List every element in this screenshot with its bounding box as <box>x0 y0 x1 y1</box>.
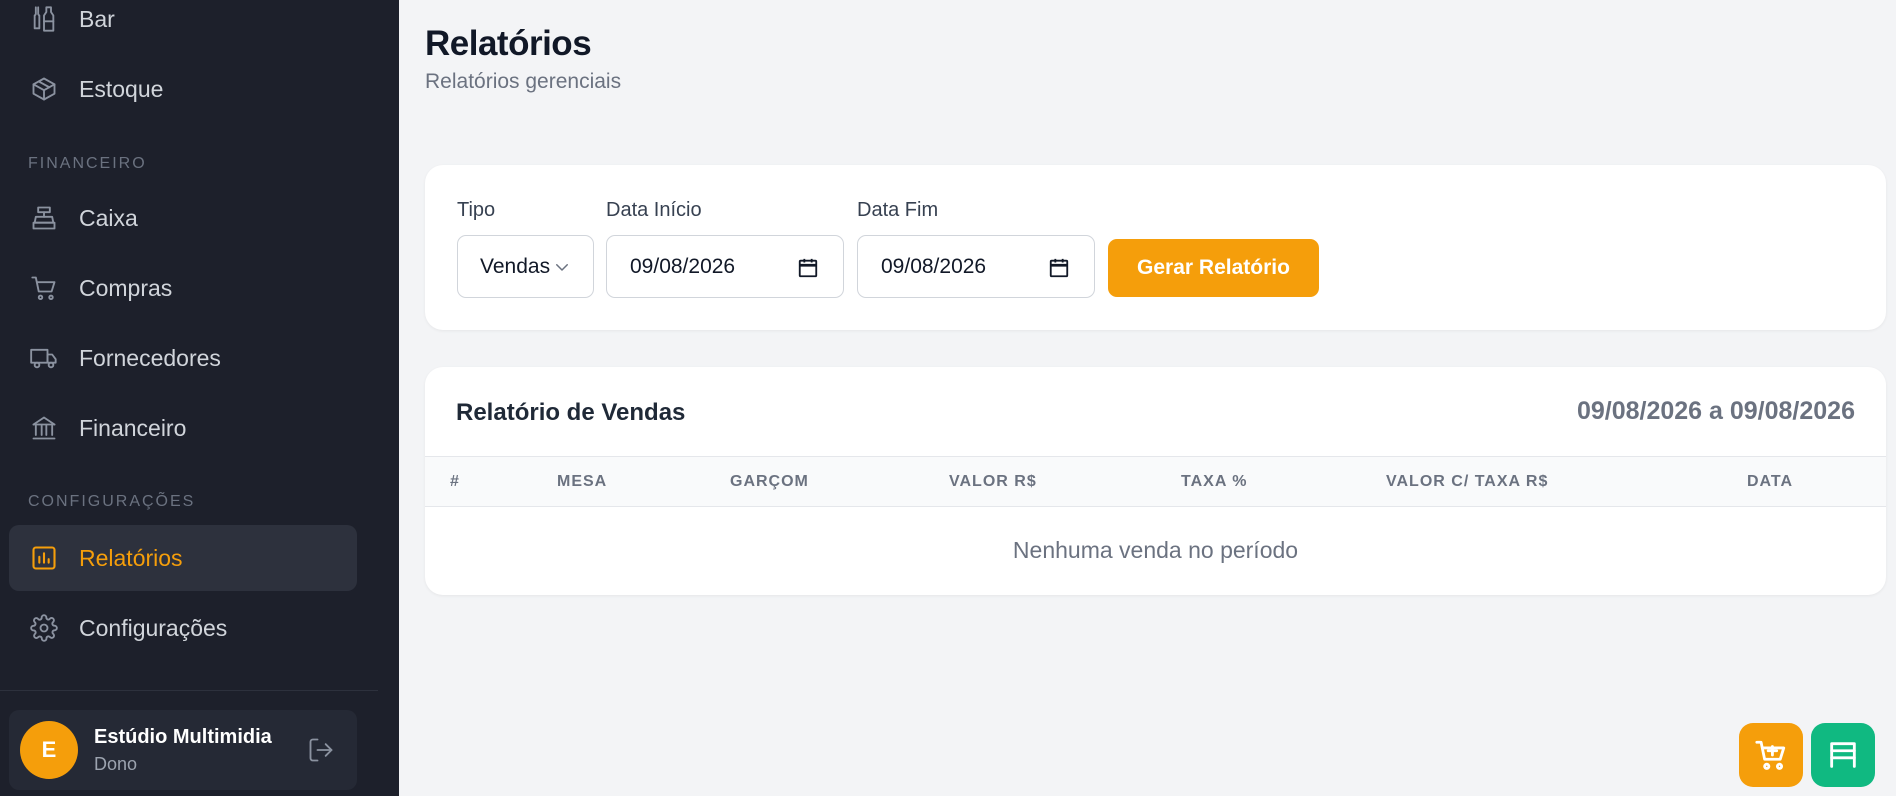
chevron-down-icon <box>553 258 571 276</box>
sidebar-item-label: Financeiro <box>79 414 187 441</box>
data-inicio-input[interactable]: 09/08/2026 <box>606 235 844 298</box>
report-date-range: 09/08/2026 a 09/08/2026 <box>1576 397 1855 425</box>
column-header-valor: VALOR R$ <box>949 473 1037 490</box>
filter-card: Tipo Data Início Data Fim Vendas 09/08/2… <box>425 165 1886 330</box>
logout-icon[interactable] <box>307 736 335 764</box>
column-header-mesa: MESA <box>557 473 608 490</box>
calendar-icon[interactable] <box>1048 257 1070 279</box>
sidebar-item-estoque[interactable]: Estoque <box>9 56 357 122</box>
sidebar-item-label: Compras <box>79 274 173 301</box>
user-role: Dono <box>94 754 138 774</box>
data-inicio-label: Data Início <box>606 199 702 221</box>
column-header-valor-com-taxa: VALOR C/ TAXA R$ <box>1386 473 1549 490</box>
tipo-label: Tipo <box>457 199 496 221</box>
user-card: E Estúdio Multimidia Dono <box>9 710 357 790</box>
sidebar-item-relatorios[interactable]: Relatórios <box>9 525 357 591</box>
empty-state-message: Nenhuma venda no período <box>1012 537 1299 563</box>
wine-bottle-icon <box>29 4 59 34</box>
calendar-icon[interactable] <box>797 257 819 279</box>
sidebar-divider <box>0 690 378 691</box>
cart-icon <box>29 273 59 303</box>
sidebar-item-financeiro[interactable]: Financeiro <box>9 395 357 461</box>
sidebar-item-label: Caixa <box>79 204 138 231</box>
store-button[interactable] <box>1811 723 1875 787</box>
report-card: Relatório de Vendas 09/08/2026 a 09/08/2… <box>425 367 1886 595</box>
sidebar-item-label: Configurações <box>79 614 228 641</box>
report-title: Relatório de Vendas <box>456 399 686 426</box>
data-fim-label: Data Fim <box>857 199 939 221</box>
tipo-select-value: Vendas <box>480 254 551 278</box>
column-header-garcom: GARÇOM <box>730 473 809 490</box>
section-label-financeiro: FINANCEIRO <box>28 155 147 172</box>
generate-report-button[interactable]: Gerar Relatório <box>1108 239 1319 297</box>
truck-icon <box>29 343 59 373</box>
sidebar-item-fornecedores[interactable]: Fornecedores <box>9 325 357 391</box>
column-header-data: DATA <box>1747 473 1794 490</box>
sidebar-item-compras[interactable]: Compras <box>9 255 357 321</box>
sidebar: Bar Estoque FINANCEIRO Caixa Compras For… <box>0 0 399 796</box>
bank-icon <box>29 413 59 443</box>
sidebar-item-configuracoes[interactable]: Configurações <box>9 595 357 661</box>
user-name: Estúdio Multimidia <box>94 726 272 748</box>
data-inicio-value: 09/08/2026 <box>630 254 736 278</box>
table-header: # MESA GARÇOM VALOR R$ TAXA % VALOR C/ T… <box>425 456 1886 507</box>
cash-register-icon <box>29 203 59 233</box>
tipo-select[interactable]: Vendas <box>457 235 594 298</box>
page-title: Relatórios <box>425 24 592 63</box>
column-header-taxa: TAXA % <box>1181 473 1248 490</box>
data-fim-input[interactable]: 09/08/2026 <box>857 235 1095 298</box>
sidebar-item-caixa[interactable]: Caixa <box>9 185 357 251</box>
box-icon <box>29 74 59 104</box>
data-fim-value: 09/08/2026 <box>881 254 987 278</box>
column-header-number: # <box>450 473 460 490</box>
sidebar-item-label: Relatórios <box>79 544 183 571</box>
page-subtitle: Relatórios gerenciais <box>425 70 622 93</box>
store-icon <box>1826 738 1860 772</box>
section-label-configuracoes: CONFIGURAÇÕES <box>28 493 196 510</box>
sidebar-item-label: Bar <box>79 5 115 32</box>
gear-icon <box>29 613 59 643</box>
bar-chart-icon <box>29 543 59 573</box>
sidebar-item-bar[interactable]: Bar <box>9 0 357 52</box>
cart-plus-icon <box>1754 738 1788 772</box>
add-to-cart-button[interactable] <box>1739 723 1803 787</box>
sidebar-item-label: Fornecedores <box>79 344 221 371</box>
sidebar-item-label: Estoque <box>79 75 164 102</box>
avatar: E <box>20 721 78 779</box>
